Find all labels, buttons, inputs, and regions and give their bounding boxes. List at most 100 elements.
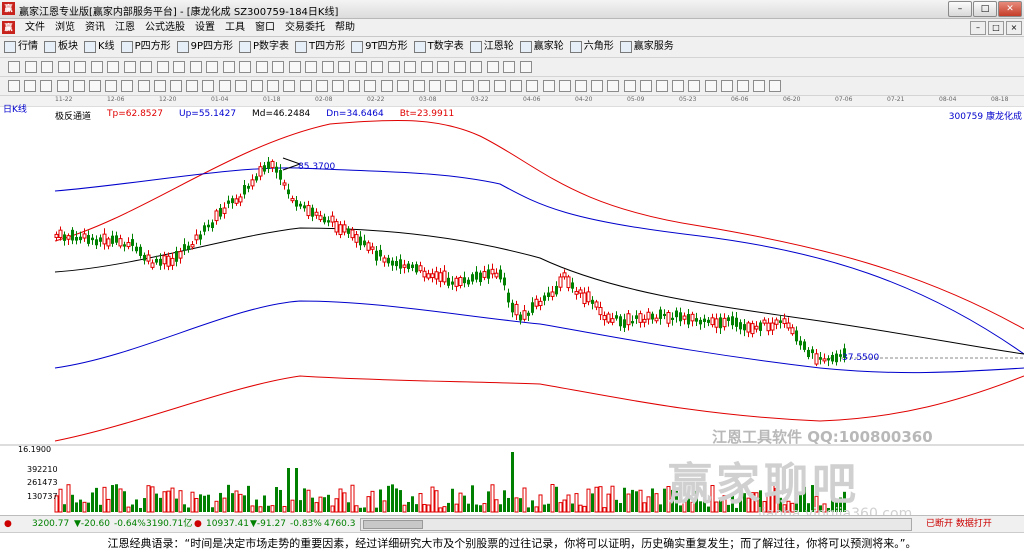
- analysis-tool-icon-8[interactable]: [137, 80, 150, 92]
- drawing-tool-icon-11[interactable]: [189, 61, 202, 73]
- drawing-tool-icon-7[interactable]: [123, 61, 136, 73]
- drawing-tool-icon-3[interactable]: [57, 61, 70, 73]
- drawing-tool-icon-9[interactable]: [156, 61, 169, 73]
- menu-item-6[interactable]: 工具: [220, 21, 250, 34]
- drawing-tool-icon-2[interactable]: [41, 61, 53, 73]
- analysis-tool-icon-26[interactable]: [429, 80, 442, 92]
- analysis-tool-icon-0[interactable]: [8, 80, 20, 92]
- analysis-tool-icon-19[interactable]: [315, 80, 328, 92]
- analysis-tool-icon-29[interactable]: [477, 80, 490, 92]
- menu-item-4[interactable]: 公式选股: [140, 21, 190, 34]
- menu-item-9[interactable]: 帮助: [330, 21, 360, 34]
- analysis-tool-icon-41[interactable]: [672, 80, 685, 92]
- analysis-tool-icon-18[interactable]: [299, 80, 312, 92]
- analysis-tool-icon-24[interactable]: [396, 80, 409, 92]
- analysis-tool-icon-12[interactable]: [202, 80, 215, 92]
- kline-chart[interactable]: 11-22 12-06 12-20 01-04 01-18 02-08 02-22 03-08…: [0, 96, 1024, 522]
- toolbar-hexagon-button[interactable]: 六角形: [569, 40, 614, 54]
- drawing-tool-icon-16[interactable]: [272, 61, 284, 73]
- analysis-tool-icon-11[interactable]: [186, 80, 199, 92]
- drawing-tool-icon-20[interactable]: [338, 61, 350, 73]
- drawing-tool-icon-22[interactable]: [371, 61, 383, 73]
- status-scrollbar[interactable]: [360, 518, 912, 531]
- analysis-tool-icon-38[interactable]: [623, 80, 636, 92]
- analysis-tool-icon-40[interactable]: [656, 80, 668, 92]
- drawing-tool-icon-30[interactable]: [503, 61, 515, 73]
- drawing-tool-icon-25[interactable]: [420, 61, 433, 73]
- analysis-tool-icon-31[interactable]: [510, 80, 523, 92]
- toolbar-9t-square-button[interactable]: 9T四方形: [351, 40, 408, 54]
- toolbar-p-table-button[interactable]: P数字表: [239, 40, 289, 54]
- drawing-tool-icon-31[interactable]: [519, 61, 532, 73]
- analysis-tool-icon-21[interactable]: [348, 80, 361, 92]
- analysis-tool-icon-30[interactable]: [494, 80, 506, 92]
- menu-item-0[interactable]: 文件: [20, 21, 50, 34]
- toolbar-candlestick-button[interactable]: K线: [84, 40, 115, 54]
- drawing-tool-icon-24[interactable]: [404, 61, 416, 73]
- toolbar-gann-wheel-button[interactable]: 江恩轮: [469, 40, 514, 54]
- analysis-tool-icon-28[interactable]: [461, 80, 474, 92]
- analysis-tool-icon-6[interactable]: [105, 80, 118, 92]
- drawing-tool-icon-10[interactable]: [173, 61, 185, 73]
- toolbar-p-square-button[interactable]: P四方形: [120, 40, 171, 54]
- close-button[interactable]: ✕: [998, 1, 1022, 17]
- menu-item-2[interactable]: 资讯: [80, 21, 110, 34]
- analysis-tool-icon-36[interactable]: [591, 80, 604, 92]
- analysis-tool-icon-23[interactable]: [380, 80, 393, 92]
- analysis-tool-icon-15[interactable]: [251, 80, 263, 92]
- analysis-tool-icon-32[interactable]: [526, 80, 539, 92]
- analysis-tool-icon-34[interactable]: [558, 80, 571, 92]
- drawing-tool-icon-12[interactable]: [206, 61, 218, 73]
- analysis-tool-icon-45[interactable]: [737, 80, 749, 92]
- analysis-tool-icon-14[interactable]: [234, 80, 247, 92]
- analysis-tool-icon-17[interactable]: [283, 80, 296, 92]
- maximize-button[interactable]: □: [973, 1, 997, 17]
- toolbar-t-table-button[interactable]: T数字表: [413, 40, 464, 54]
- analysis-tool-icon-39[interactable]: [639, 80, 652, 92]
- drawing-tool-icon-15[interactable]: [255, 61, 268, 73]
- analysis-tool-icon-4[interactable]: [72, 80, 85, 92]
- drawing-tool-icon-27[interactable]: [453, 61, 466, 73]
- drawing-tool-icon-1[interactable]: [24, 61, 37, 73]
- sh-index-icon[interactable]: ●: [4, 518, 12, 530]
- toolbar-blocks-button[interactable]: 板块: [44, 40, 78, 54]
- analysis-tool-icon-9[interactable]: [153, 80, 166, 92]
- minimize-button[interactable]: –: [948, 1, 972, 17]
- toolbar-grid-button[interactable]: 行情: [4, 40, 38, 54]
- drawing-tool-icon-14[interactable]: [239, 61, 251, 73]
- menu-item-1[interactable]: 浏览: [50, 21, 80, 34]
- drawing-tool-icon-6[interactable]: [107, 61, 119, 73]
- analysis-tool-icon-33[interactable]: [542, 80, 555, 92]
- mdi-close-button[interactable]: ×: [1006, 21, 1022, 35]
- analysis-tool-icon-10[interactable]: [170, 80, 182, 92]
- drawing-tool-icon-8[interactable]: [140, 61, 152, 73]
- drawing-tool-icon-18[interactable]: [305, 61, 317, 73]
- analysis-tool-icon-22[interactable]: [364, 80, 377, 92]
- mdi-minimize-button[interactable]: –: [970, 21, 986, 35]
- toolbar-9p-square-button[interactable]: 9P四方形: [176, 40, 233, 54]
- drawing-tool-icon-23[interactable]: [387, 61, 400, 73]
- toolbar-t-square-button[interactable]: T四方形: [295, 40, 345, 54]
- toolbar-winner-wheel-button[interactable]: 赢家轮: [519, 40, 564, 54]
- analysis-tool-icon-3[interactable]: [56, 80, 69, 92]
- drawing-tool-icon-13[interactable]: [222, 61, 235, 73]
- analysis-tool-icon-1[interactable]: [24, 80, 37, 92]
- menu-item-5[interactable]: 设置: [190, 21, 220, 34]
- drawing-tool-icon-17[interactable]: [288, 61, 301, 73]
- analysis-tool-icon-20[interactable]: [332, 80, 344, 92]
- toolbar-service-button[interactable]: 赢家服务: [619, 40, 674, 54]
- analysis-tool-icon-16[interactable]: [267, 80, 280, 92]
- analysis-tool-icon-25[interactable]: [413, 80, 425, 92]
- analysis-tool-icon-27[interactable]: [445, 80, 458, 92]
- mdi-restore-button[interactable]: □: [988, 21, 1004, 35]
- menu-item-7[interactable]: 窗口: [250, 21, 280, 34]
- menu-item-8[interactable]: 交易委托: [280, 21, 330, 34]
- analysis-tool-icon-47[interactable]: [769, 80, 782, 92]
- analysis-tool-icon-7[interactable]: [121, 80, 134, 92]
- drawing-tool-icon-4[interactable]: [74, 61, 86, 73]
- drawing-tool-icon-28[interactable]: [470, 61, 482, 73]
- sz-index-icon[interactable]: ●: [194, 518, 202, 530]
- analysis-tool-icon-46[interactable]: [753, 80, 766, 92]
- analysis-tool-icon-37[interactable]: [607, 80, 620, 92]
- drawing-tool-icon-26[interactable]: [437, 61, 449, 73]
